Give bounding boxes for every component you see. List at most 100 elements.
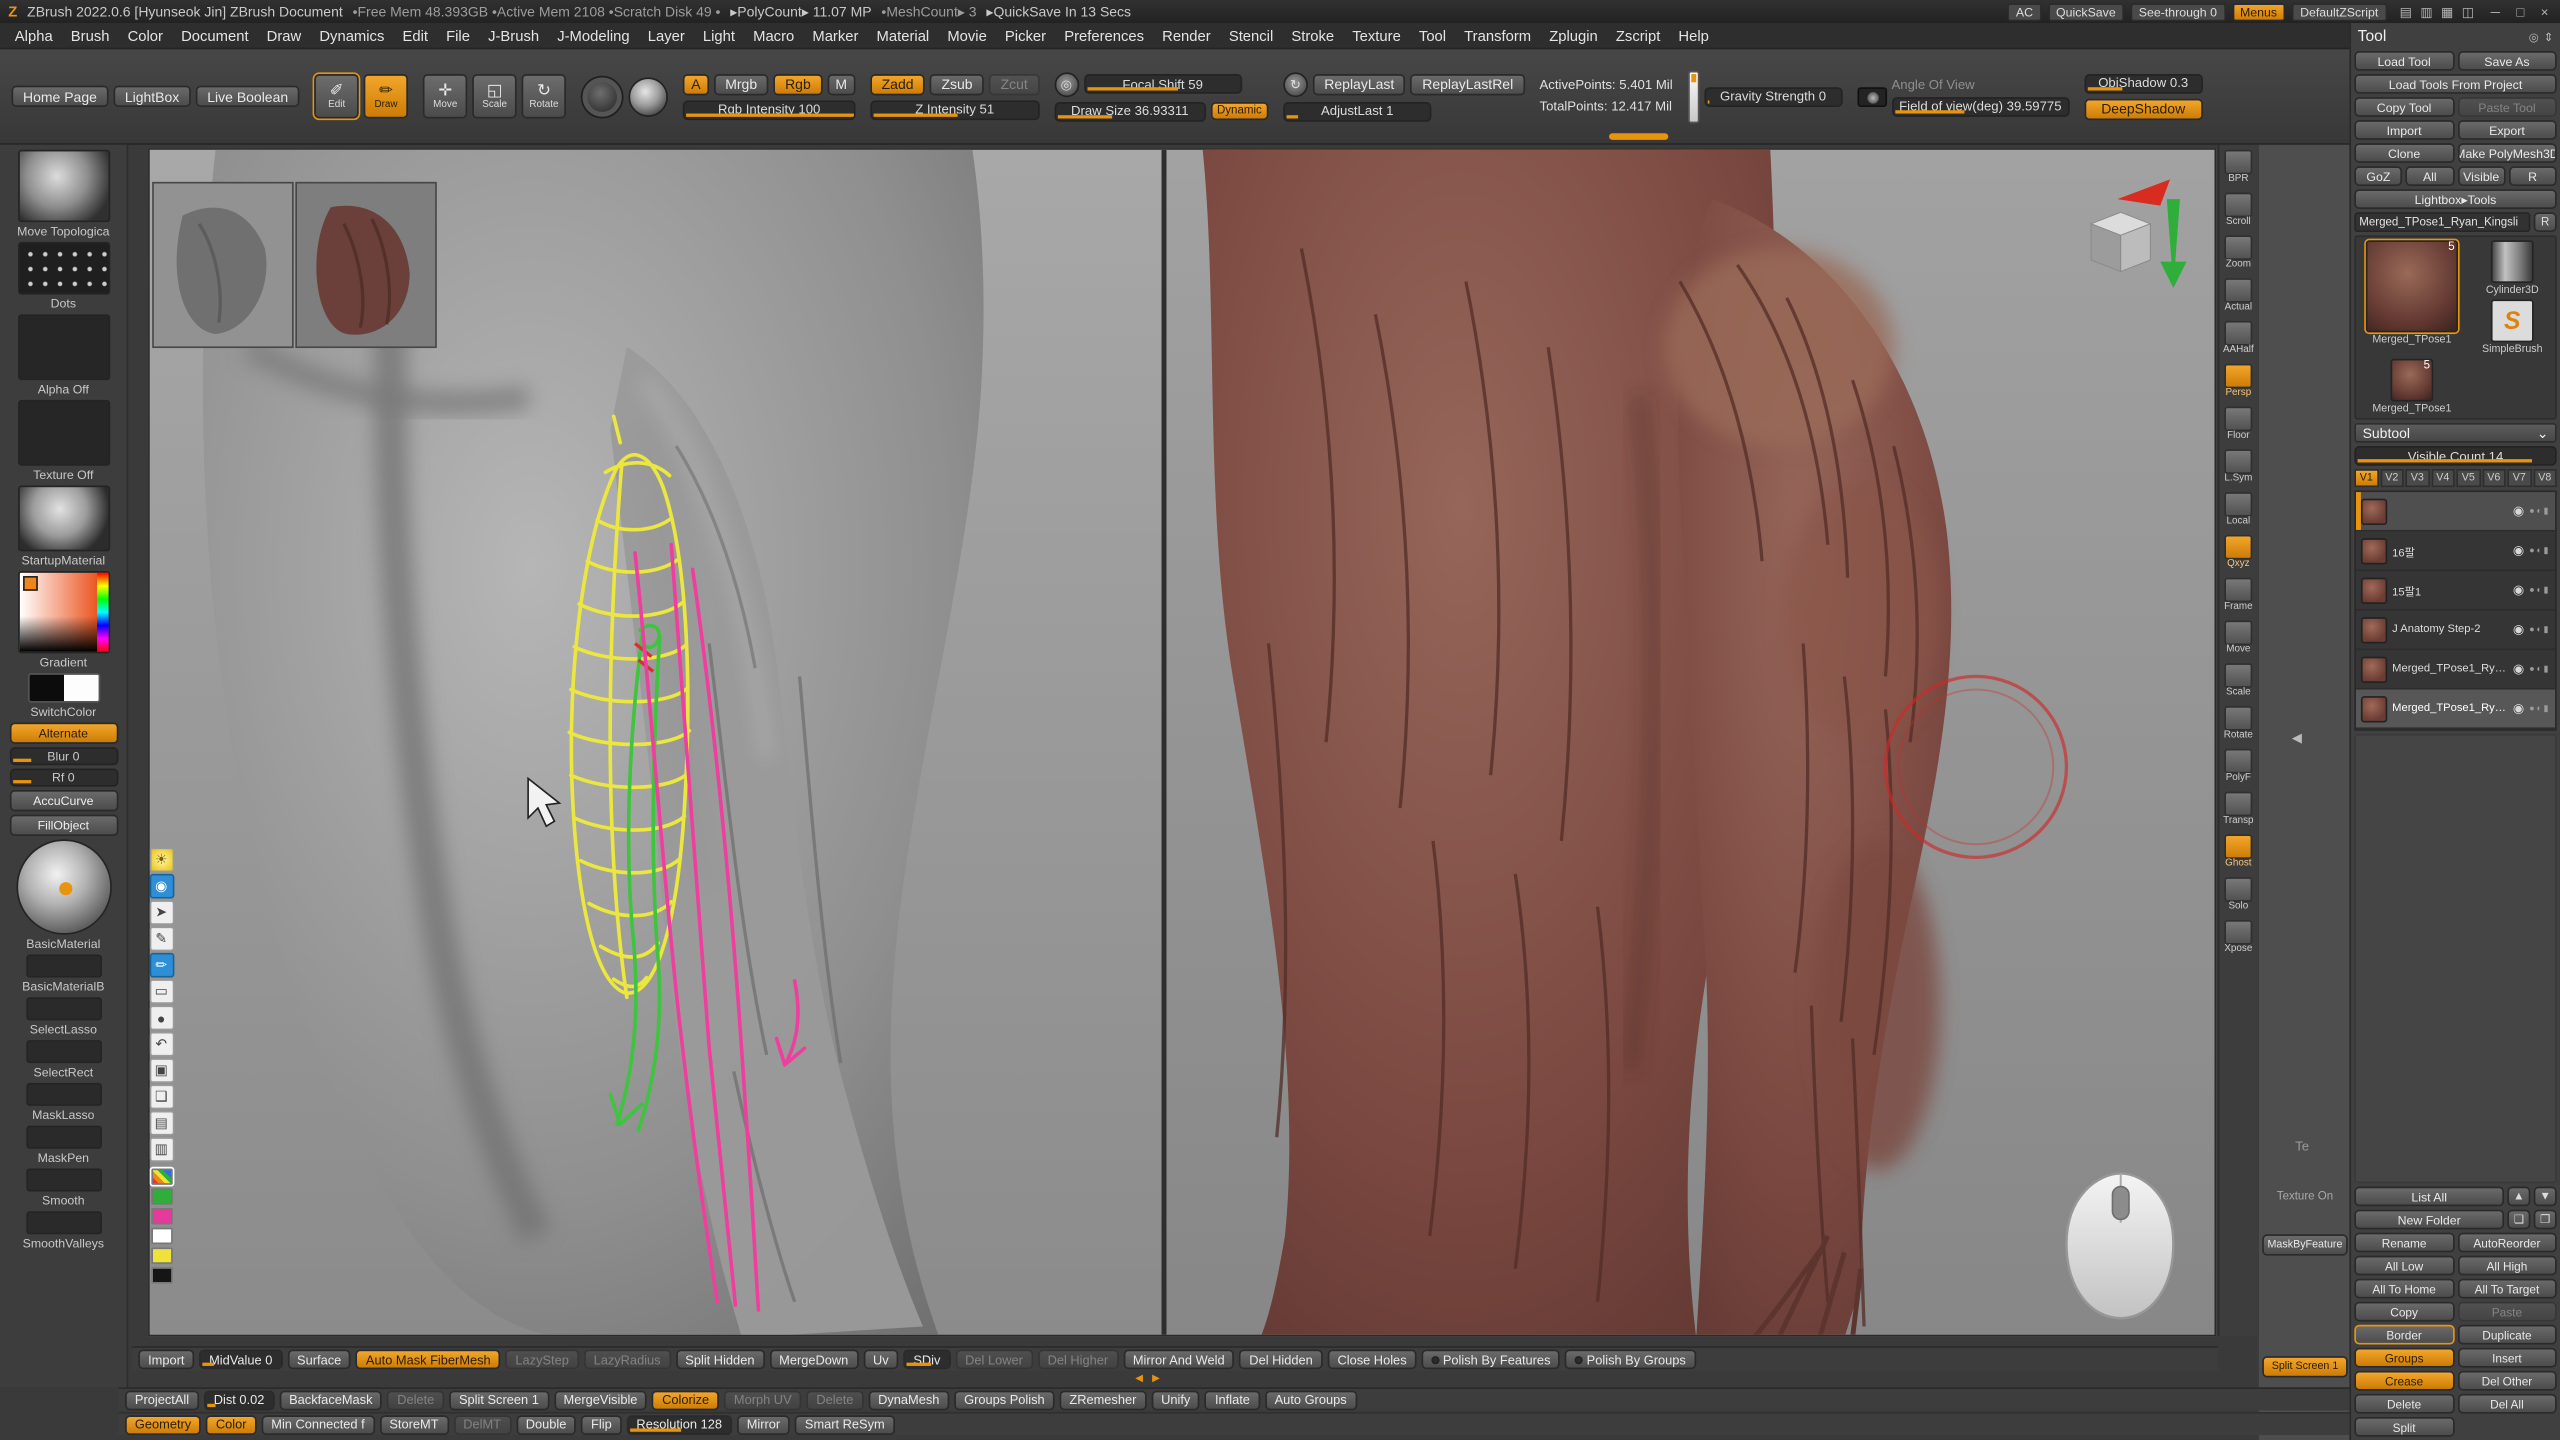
menu-item[interactable]: Layer: [648, 27, 685, 43]
sculpt-canvas[interactable]: [148, 148, 2216, 1336]
scale-button[interactable]: ◱Scale: [472, 74, 516, 118]
mode-mrgb-button[interactable]: Mrgb: [714, 73, 769, 94]
tray-item[interactable]: Texture Off: [0, 400, 127, 482]
maximize-button[interactable]: □: [2513, 4, 2528, 19]
tray-item[interactable]: BasicMaterial: [0, 839, 127, 951]
shelf-button[interactable]: MergeDown: [769, 1349, 858, 1369]
shelf-button[interactable]: Polish By Features: [1421, 1349, 1560, 1369]
menu-item[interactable]: J-Brush: [488, 27, 539, 43]
menu-item[interactable]: Brush: [71, 27, 110, 43]
close-button[interactable]: ×: [2537, 4, 2551, 19]
eye-icon[interactable]: ◉: [2513, 543, 2524, 558]
shelf-button[interactable]: Split Hidden: [675, 1349, 764, 1369]
tool-panel-button[interactable]: Make PolyMesh3D: [2457, 143, 2557, 163]
cursor-icon[interactable]: ➤: [149, 900, 174, 925]
titlebar-button[interactable]: See-through 0: [2131, 2, 2226, 20]
subtool-action-button[interactable]: All Low: [2354, 1256, 2454, 1276]
focal-shift-slider[interactable]: Focal Shift 59: [1084, 74, 1242, 94]
clipboard-icon[interactable]: ▥: [149, 1137, 174, 1162]
eraser-icon[interactable]: ▭: [149, 979, 174, 1004]
eye-icon[interactable]: ◉: [149, 874, 174, 899]
titlebar-button[interactable]: DefaultZScript: [2292, 2, 2387, 20]
shelf-button[interactable]: Groups Polish: [954, 1390, 1054, 1410]
tool-panel-button[interactable]: Visible: [2457, 166, 2505, 186]
shelf-button[interactable]: Min Connected f: [261, 1414, 374, 1434]
panel-resize-icon[interactable]: ⇕: [2544, 30, 2554, 43]
dot-icon[interactable]: ●: [149, 1006, 174, 1031]
shelf-button[interactable]: DynaMesh: [868, 1390, 949, 1410]
right-shelf-button[interactable]: Persp: [2224, 364, 2252, 400]
subtool-action-button[interactable]: Copy: [2354, 1302, 2454, 1322]
menu-item[interactable]: Render: [1162, 27, 1211, 43]
shelf-button[interactable]: Auto Groups: [1265, 1390, 1357, 1410]
right-shelf-button[interactable]: Zoom: [2224, 235, 2252, 271]
shelf-button[interactable]: Mirror And Weld: [1123, 1349, 1234, 1369]
tray-item[interactable]: Alternate: [0, 722, 127, 743]
shelf-button[interactable]: Smart ReSym: [795, 1414, 895, 1434]
document-view[interactable]: [150, 150, 2216, 1337]
zsub-button[interactable]: Zsub: [930, 73, 984, 94]
shelf-button[interactable]: Resolution 128: [627, 1414, 732, 1434]
rgb-intensity-slider[interactable]: Rgb Intensity 100: [683, 100, 855, 120]
menu-item[interactable]: Stencil: [1229, 27, 1273, 43]
tray-item[interactable]: SwitchColor: [0, 673, 127, 719]
right-shelf-button[interactable]: L.Sym: [2224, 449, 2252, 485]
subtool-action-button[interactable]: Paste: [2457, 1302, 2557, 1322]
mode-a-button[interactable]: A: [683, 73, 709, 94]
tool-panel-button[interactable]: Clone: [2354, 143, 2454, 163]
subtool-row[interactable]: J Anatomy Step-2 ◉ ●◐▮: [2356, 611, 2555, 650]
eye-icon[interactable]: ◉: [2513, 622, 2524, 637]
material-preview[interactable]: [629, 77, 668, 116]
eye-icon[interactable]: ◉: [2513, 662, 2524, 677]
shelf-button[interactable]: Split Screen 1: [449, 1390, 549, 1410]
shelf-button[interactable]: Inflate: [1205, 1390, 1260, 1410]
shelf-button[interactable]: Uv: [863, 1349, 898, 1369]
visible-count-slider[interactable]: Visible Count 14: [2354, 446, 2556, 466]
shelf-button[interactable]: MidValue 0: [199, 1349, 282, 1369]
highlighter-icon[interactable]: ✏: [149, 953, 174, 978]
subtool-action-button[interactable]: All To Home: [2354, 1279, 2454, 1299]
obj-shadow-slider[interactable]: ObjShadow 0.3: [2084, 73, 2202, 93]
eye-icon[interactable]: ◉: [2513, 504, 2524, 519]
menu-item[interactable]: Marker: [812, 27, 858, 43]
tray-item[interactable]: Rf 0: [0, 769, 127, 787]
subtool-action-button[interactable]: Delete: [2354, 1394, 2454, 1414]
window-layout-icon[interactable]: ▦: [2438, 4, 2457, 19]
menu-item[interactable]: Alpha: [15, 27, 53, 43]
shelf-button[interactable]: DelMT: [453, 1414, 511, 1434]
subtool-version-tab[interactable]: V8: [2533, 469, 2557, 487]
menu-item[interactable]: Zplugin: [1549, 27, 1598, 43]
angle-of-view-label[interactable]: Angle Of View: [1891, 77, 2069, 92]
menu-item[interactable]: Help: [1678, 27, 1708, 43]
bulb-icon[interactable]: ☀: [149, 848, 174, 873]
subtool-action-button[interactable]: All High: [2457, 1256, 2557, 1276]
tool-panel-button[interactable]: Copy Tool: [2354, 97, 2454, 117]
move-up-icon[interactable]: ▲: [2507, 1187, 2530, 1207]
shelf-button[interactable]: ProjectAll: [125, 1390, 199, 1410]
draw-button[interactable]: ✏Draw: [364, 74, 408, 118]
tool-panel-header[interactable]: Tool ◎ ⇕: [2354, 26, 2556, 47]
shelf-button[interactable]: Del Lower: [955, 1349, 1033, 1369]
shelf-button[interactable]: ZRemesher: [1060, 1390, 1147, 1410]
gravity-strength-slider[interactable]: Gravity Strength 0: [1704, 86, 1842, 106]
shelf-button[interactable]: Flip: [581, 1414, 621, 1434]
window-layout-icon[interactable]: ◫: [2458, 4, 2477, 19]
tray-item[interactable]: Dots: [0, 242, 127, 311]
shelf-button[interactable]: SDiv: [903, 1349, 950, 1369]
menu-item[interactable]: Color: [128, 27, 163, 43]
current-tool-name[interactable]: Merged_TPose1_Ryan_Kingsli: [2354, 212, 2530, 232]
shelf-button[interactable]: Surface: [287, 1349, 351, 1369]
tray-item[interactable]: FillObject: [0, 815, 127, 836]
tool-inventory-item[interactable]: 5 Merged_TPose1: [2359, 240, 2464, 355]
live-boolean-button[interactable]: Live Boolean: [196, 86, 300, 107]
subtool-section-header[interactable]: Subtool⌄: [2354, 423, 2556, 443]
draw-size-slider[interactable]: Draw Size 36.93311: [1054, 101, 1205, 121]
subtool-version-tab[interactable]: V5: [2456, 469, 2480, 487]
shelf-nav-arrows[interactable]: ◀ ▶: [1135, 1373, 1163, 1385]
menu-item[interactable]: Macro: [753, 27, 794, 43]
right-shelf-button[interactable]: Transp: [2223, 792, 2253, 828]
shelf-button[interactable]: StoreMT: [379, 1414, 448, 1434]
swatch-white-icon[interactable]: [151, 1228, 172, 1244]
capture-icon[interactable]: ▤: [149, 1111, 174, 1136]
shelf-button[interactable]: Colorize: [652, 1390, 719, 1410]
